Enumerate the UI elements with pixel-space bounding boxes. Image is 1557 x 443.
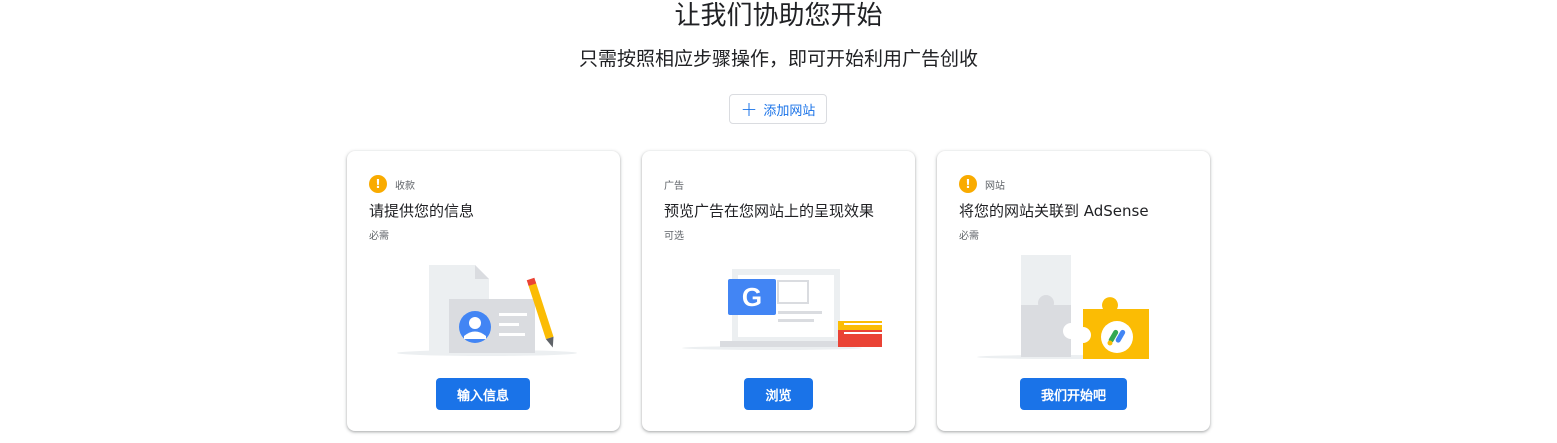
card-category-label: 广告 (664, 180, 684, 192)
payment-info-illustration (397, 265, 577, 356)
card-requirement: 必需 (369, 231, 389, 242)
warning-icon: ! (369, 175, 387, 193)
card-category: 广告 (664, 175, 684, 193)
warning-icon: ! (959, 175, 977, 193)
card-requirement: 必需 (959, 231, 979, 242)
page-title: 让我们协助您开始 (674, 1, 883, 31)
getting-started-page: 让我们协助您开始 只需按照相应步骤操作，即可开始利用广告创收 + 添加网站 ! … (0, 0, 1557, 443)
card-ads: 广告 预览广告在您网站上的呈现效果 可选 G 浏览 (642, 151, 915, 431)
get-started-button[interactable]: 我们开始吧 (1020, 378, 1127, 410)
ad-preview-illustration: G (682, 269, 882, 350)
plus-icon: + (740, 97, 758, 121)
card-requirement: 可选 (664, 231, 684, 242)
card-title: 将您的网站关联到 AdSense (959, 202, 1149, 220)
card-payment: ! 收款 请提供您的信息 必需 输入信息 (347, 151, 620, 431)
page-subtitle: 只需按照相应步骤操作，即可开始利用广告创收 (578, 48, 978, 70)
card-category-label: 网站 (985, 180, 1005, 192)
card-sites: ! 网站 将您的网站关联到 AdSense 必需 我们开始吧 (937, 151, 1210, 431)
add-site-button[interactable]: + 添加网站 (729, 94, 827, 124)
card-category: ! 网站 (959, 175, 1005, 193)
site-connect-illustration (977, 255, 1149, 359)
svg-text:G: G (742, 282, 762, 312)
add-site-label: 添加网站 (763, 103, 816, 119)
card-category: ! 收款 (369, 175, 415, 193)
browse-button[interactable]: 浏览 (744, 378, 813, 410)
card-category-label: 收款 (395, 180, 415, 192)
card-title: 预览广告在您网站上的呈现效果 (664, 202, 875, 220)
enter-info-button[interactable]: 输入信息 (436, 378, 530, 410)
card-title: 请提供您的信息 (369, 202, 475, 220)
